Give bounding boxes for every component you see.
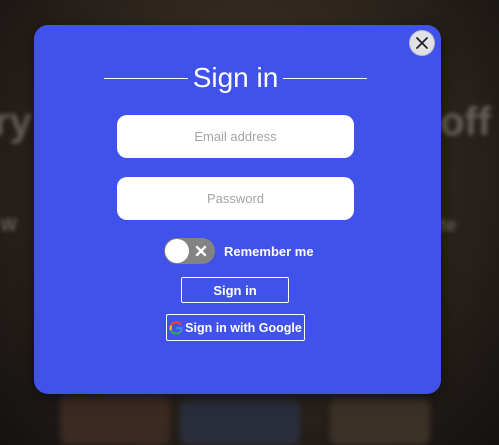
remember-me-label[interactable]: Remember me <box>224 244 314 259</box>
modal-title: Sign in <box>192 62 279 93</box>
sign-in-button[interactable]: Sign in <box>181 277 289 303</box>
close-button[interactable] <box>409 30 435 56</box>
background-subtext-right: te <box>440 215 457 235</box>
background-image-blob <box>330 398 430 445</box>
google-sign-in-button[interactable]: Sign in with Google <box>166 314 305 341</box>
remember-me-toggle[interactable] <box>164 238 215 264</box>
title-divider-left <box>104 77 188 79</box>
google-sign-in-label: Sign in with Google <box>185 320 302 335</box>
background-subtext-left: W <box>0 215 17 235</box>
google-icon <box>169 320 183 335</box>
remember-me-row: Remember me <box>164 238 314 264</box>
background-heading-left: ry <box>0 100 32 144</box>
x-icon <box>195 245 207 257</box>
close-icon <box>416 37 428 49</box>
email-field[interactable] <box>117 115 354 158</box>
sign-in-modal: Sign in Remember me Sign in Sign in with… <box>34 25 441 394</box>
title-divider-right <box>283 77 367 79</box>
toggle-knob <box>165 239 189 263</box>
background-heading-right: off <box>440 100 492 144</box>
password-field[interactable] <box>117 177 354 220</box>
background-image-blob <box>180 400 300 445</box>
modal-header: Sign in <box>104 58 367 98</box>
background-image-blob <box>60 395 170 445</box>
